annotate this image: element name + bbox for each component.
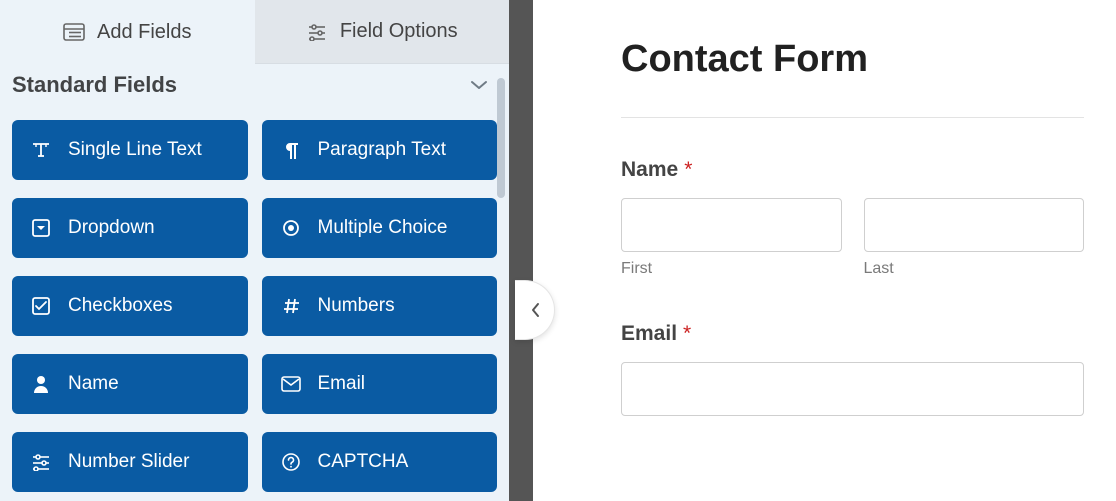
field-label: Paragraph Text [318, 139, 447, 161]
field-numbers[interactable]: Numbers [262, 276, 498, 336]
required-indicator: * [684, 158, 692, 181]
chevron-down-icon[interactable] [467, 73, 491, 97]
form-title[interactable]: Contact Form [621, 38, 1084, 118]
question-icon [280, 451, 302, 473]
required-indicator: * [683, 322, 691, 345]
hash-icon [280, 295, 302, 317]
field-label-email: Email * [621, 322, 1084, 346]
last-name-sublabel: Last [864, 260, 1085, 278]
field-label: Number Slider [68, 451, 189, 473]
field-palette-panel: Add Fields Field Options Standard Fields… [0, 0, 509, 501]
first-name-sublabel: First [621, 260, 842, 278]
field-label: Checkboxes [68, 295, 173, 317]
field-dropdown[interactable]: Dropdown [12, 198, 248, 258]
field-email[interactable]: Email [262, 354, 498, 414]
chevron-left-icon [530, 301, 540, 319]
tab-add-fields[interactable]: Add Fields [0, 0, 255, 64]
field-paragraph-text[interactable]: Paragraph Text [262, 120, 498, 180]
form-icon [63, 21, 85, 43]
dropdown-icon [30, 217, 52, 239]
radio-icon [280, 217, 302, 239]
field-number-slider[interactable]: Number Slider [12, 432, 248, 492]
section-title: Standard Fields [12, 72, 177, 98]
section-header[interactable]: Standard Fields [0, 64, 509, 102]
sliders-icon [30, 451, 52, 473]
tab-field-options[interactable]: Field Options [255, 0, 510, 64]
tab-add-fields-label: Add Fields [97, 21, 192, 44]
field-label: Email [318, 373, 366, 395]
field-label: Multiple Choice [318, 217, 448, 239]
field-label: Dropdown [68, 217, 155, 239]
first-name-input[interactable] [621, 198, 842, 252]
scrollbar-thumb[interactable] [497, 78, 505, 198]
email-input[interactable] [621, 362, 1084, 416]
field-name[interactable]: Name [12, 354, 248, 414]
field-multiple-choice[interactable]: Multiple Choice [262, 198, 498, 258]
panel-gutter [509, 0, 561, 501]
field-captcha[interactable]: CAPTCHA [262, 432, 498, 492]
last-name-input[interactable] [864, 198, 1085, 252]
field-label: Name [68, 373, 119, 395]
person-icon [30, 373, 52, 395]
envelope-icon [280, 373, 302, 395]
field-label: CAPTCHA [318, 451, 409, 473]
field-label-name: Name * [621, 158, 1084, 182]
field-single-line-text[interactable]: Single Line Text [12, 120, 248, 180]
tabs: Add Fields Field Options [0, 0, 509, 64]
checkbox-icon [30, 295, 52, 317]
scrollbar[interactable] [495, 66, 507, 499]
field-label: Single Line Text [68, 139, 202, 161]
paragraph-icon [280, 139, 302, 161]
collapse-panel-button[interactable] [515, 280, 555, 340]
label-text: Name [621, 158, 678, 181]
tab-field-options-label: Field Options [340, 20, 458, 43]
form-preview: Contact Form Name * First Last Email * [561, 0, 1116, 501]
field-label: Numbers [318, 295, 395, 317]
field-block-email[interactable]: Email * [621, 322, 1084, 416]
sliders-icon [306, 21, 328, 43]
label-text: Email [621, 322, 677, 345]
field-checkboxes[interactable]: Checkboxes [12, 276, 248, 336]
fields-grid: Single Line Text Paragraph Text Dropdown… [0, 102, 509, 492]
text-icon [30, 139, 52, 161]
field-block-name[interactable]: Name * First Last [621, 158, 1084, 278]
